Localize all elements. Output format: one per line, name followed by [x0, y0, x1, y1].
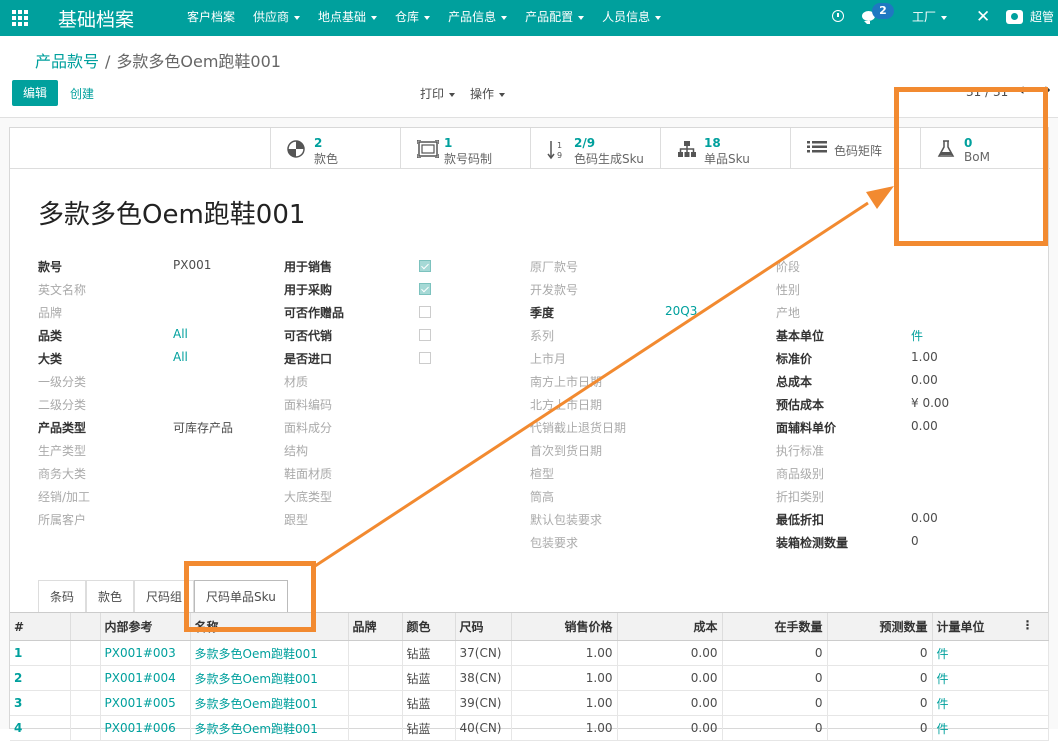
annotation-arrowhead: [866, 186, 894, 209]
annotation-arrow: [311, 186, 894, 570]
annotation-arrow-line: [311, 201, 869, 570]
